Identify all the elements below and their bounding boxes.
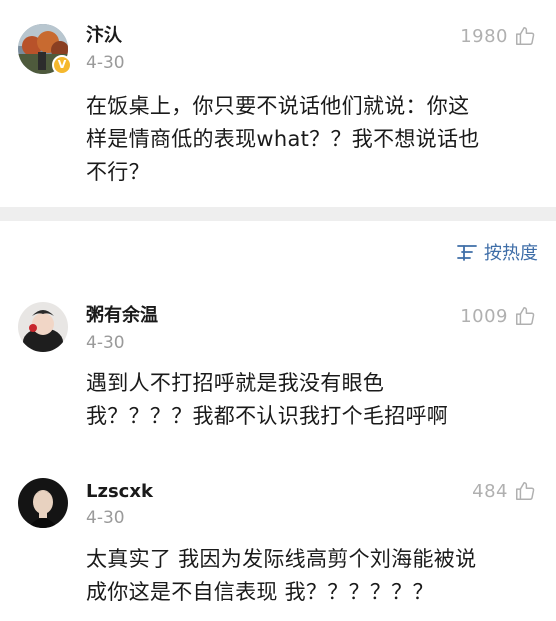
verified-badge-icon: V <box>52 55 72 75</box>
sort-icon <box>456 242 484 262</box>
like-button[interactable]: 1009 <box>460 303 536 329</box>
comment-username[interactable]: 粥有余温 <box>86 305 158 327</box>
like-count: 1980 <box>460 25 508 47</box>
avatar[interactable] <box>18 302 68 352</box>
comment-username[interactable]: Lzscxk <box>86 481 153 503</box>
thumbs-up-icon <box>514 25 536 47</box>
sort-by-hot-button[interactable]: 按热度 <box>456 238 538 266</box>
like-button[interactable]: 484 <box>472 478 536 504</box>
comment-item: Lzscxk 4-30 484 太真实了 我因为发际线高剪个刘海能被说 成你这是… <box>0 465 556 621</box>
comment-feed: V 汴汄 4-30 1980 在饭桌上，你只要不说话他们就说：你这 样是情商低的… <box>0 0 556 621</box>
comment-item: 粥有余温 4-30 1009 遇到人不打招呼就是我没有眼色 我？？？？我都不认识… <box>0 290 556 460</box>
comment-item: V 汴汄 4-30 1980 在饭桌上，你只要不说话他们就说：你这 样是情商低的… <box>0 0 556 207</box>
section-divider <box>0 207 556 221</box>
comment-text: 遇到人不打招呼就是我没有眼色 我？？？？我都不认识我打个毛招呼啊 <box>86 371 449 428</box>
comment-username[interactable]: 汴汄 <box>86 25 122 47</box>
thumbs-up-icon <box>514 305 536 327</box>
comment-date: 4-30 <box>86 333 125 353</box>
comment-text: 太真实了 我因为发际线高剪个刘海能被说 成你这是不自信表现 我？？？？？？ <box>86 547 477 604</box>
comment-text: 在饭桌上，你只要不说话他们就说：你这 样是情商低的表现what？？我不想说话也 … <box>86 94 480 184</box>
avatar[interactable] <box>18 478 68 528</box>
comment-date: 4-30 <box>86 53 125 73</box>
like-count: 1009 <box>460 305 508 327</box>
like-count: 484 <box>472 480 508 502</box>
sort-label: 按热度 <box>484 243 538 264</box>
thumbs-up-icon <box>514 480 536 502</box>
like-button[interactable]: 1980 <box>460 23 536 49</box>
comment-date: 4-30 <box>86 508 125 528</box>
